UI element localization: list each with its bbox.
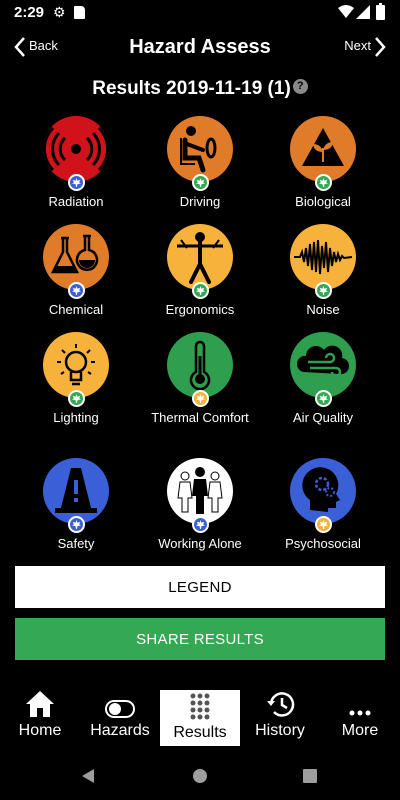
hazard-label: Radiation [48, 194, 104, 209]
nav-header: Back Hazard Assess Next [0, 30, 400, 66]
tab-label: Hazards [90, 722, 150, 739]
toggle-icon [105, 700, 135, 718]
chevron-right-icon [375, 37, 386, 57]
hazard-label: Driving [179, 194, 221, 209]
tab-label: Results [173, 724, 227, 741]
hazard-tile-chemical[interactable]: Chemical [16, 224, 136, 319]
radiation-icon [43, 126, 109, 172]
results-title-text: Results 2019-11-19 (1) [92, 78, 291, 99]
air-quality-circle [290, 332, 356, 407]
maple-leaf-badge [192, 282, 209, 299]
next-label: Next [344, 38, 371, 53]
nav-recents-icon[interactable] [302, 768, 318, 784]
maple-leaf-badge [68, 390, 85, 407]
maple-leaf-badge [68, 282, 85, 299]
hazard-label: Noise [306, 302, 340, 317]
hazard-label: Working Alone [158, 536, 242, 551]
lighting-icon [57, 344, 95, 386]
hazard-tile-working-alone[interactable]: Working Alone [140, 458, 260, 553]
hazard-tile-ergonomics[interactable]: Ergonomics [140, 224, 260, 319]
hazard-label: Psychosocial [285, 536, 361, 551]
status-time: 2:29 [14, 4, 45, 21]
battery-icon [376, 3, 385, 20]
status-bar: 2:29 ⚙ [0, 0, 400, 26]
tab-label: History [255, 722, 305, 739]
maple-leaf-badge [192, 174, 209, 191]
sd-card-icon [74, 6, 85, 19]
maple-leaf-badge [315, 390, 332, 407]
psychosocial-circle [290, 458, 356, 533]
working-alone-icon [177, 467, 223, 514]
thermal-circle [167, 332, 233, 407]
radiation-circle [43, 116, 109, 191]
wifi-icon [338, 5, 354, 18]
driving-circle [167, 116, 233, 191]
hazard-label: Thermal Comfort [151, 410, 249, 425]
safety-cone-icon [55, 468, 97, 513]
hazard-tile-noise[interactable]: Noise [263, 224, 383, 319]
ergonomics-circle [167, 224, 233, 299]
air-quality-icon [296, 345, 350, 378]
hazard-tile-psychosocial[interactable]: Psychosocial [263, 458, 383, 553]
chemical-circle [43, 224, 109, 299]
hazard-tile-biological[interactable]: Biological [263, 116, 383, 211]
maple-leaf-badge [315, 282, 332, 299]
hazard-tile-radiation[interactable]: Radiation [16, 116, 136, 211]
home-icon [26, 691, 54, 717]
tab-more[interactable]: More [320, 688, 400, 746]
hazard-label: Safety [57, 536, 95, 551]
tab-label: Home [18, 722, 62, 739]
hazard-label: Air Quality [293, 410, 353, 425]
hazard-tile-lighting[interactable]: Lighting [16, 332, 136, 427]
maple-leaf-badge [192, 516, 209, 533]
legend-button[interactable]: LEGEND [15, 566, 385, 608]
app-title: Hazard Assess [129, 36, 271, 58]
maple-leaf-badge [315, 174, 332, 191]
help-icon[interactable]: ? [292, 79, 308, 94]
nav-home-icon[interactable] [192, 768, 208, 784]
lighting-circle [43, 332, 109, 407]
share-results-button[interactable]: SHARE RESULTS [15, 618, 385, 660]
biological-circle [290, 116, 356, 191]
maple-leaf-badge [68, 516, 85, 533]
hazard-tile-driving[interactable]: Driving [140, 116, 260, 211]
maple-leaf-badge [68, 174, 85, 191]
settings-gear-icon: ⚙ [53, 4, 66, 20]
driving-icon [180, 126, 217, 173]
tab-hazards[interactable]: Hazards [80, 688, 160, 746]
maple-leaf-badge [192, 390, 209, 407]
ergonomics-icon [177, 232, 223, 284]
results-title: Results 2019-11-19 (1)? [0, 78, 400, 100]
more-dots-icon [349, 710, 371, 716]
next-button[interactable]: Next [344, 36, 386, 58]
tab-label: More [341, 722, 379, 739]
nav-back-icon[interactable] [80, 768, 96, 784]
tab-history[interactable]: History [240, 688, 320, 746]
tab-results[interactable]: Results [160, 690, 240, 746]
signal-icon [356, 5, 370, 19]
hazard-label: Lighting [53, 410, 99, 425]
bottom-tab-bar: Home Hazards Results History More [0, 688, 400, 750]
system-nav-bar [0, 752, 400, 800]
noise-circle [290, 224, 356, 299]
psychosocial-icon [302, 467, 340, 512]
thermometer-icon [189, 340, 211, 391]
maple-leaf-badge [315, 516, 332, 533]
hazard-label: Chemical [48, 302, 104, 317]
working-alone-circle [167, 458, 233, 533]
tab-home[interactable]: Home [0, 688, 80, 746]
history-icon [267, 692, 295, 717]
hazard-tile-air-quality[interactable]: Air Quality [263, 332, 383, 427]
chemical-icon [50, 234, 99, 274]
hazard-label: Biological [295, 194, 351, 209]
biological-icon [302, 128, 344, 166]
hazard-tile-thermal-comfort[interactable]: Thermal Comfort [140, 332, 260, 427]
grid-dots-icon [190, 693, 210, 720]
hazard-tile-safety[interactable]: Safety [16, 458, 136, 553]
noise-icon [294, 239, 353, 275]
hazard-label: Ergonomics [165, 302, 235, 317]
safety-circle [43, 458, 109, 533]
